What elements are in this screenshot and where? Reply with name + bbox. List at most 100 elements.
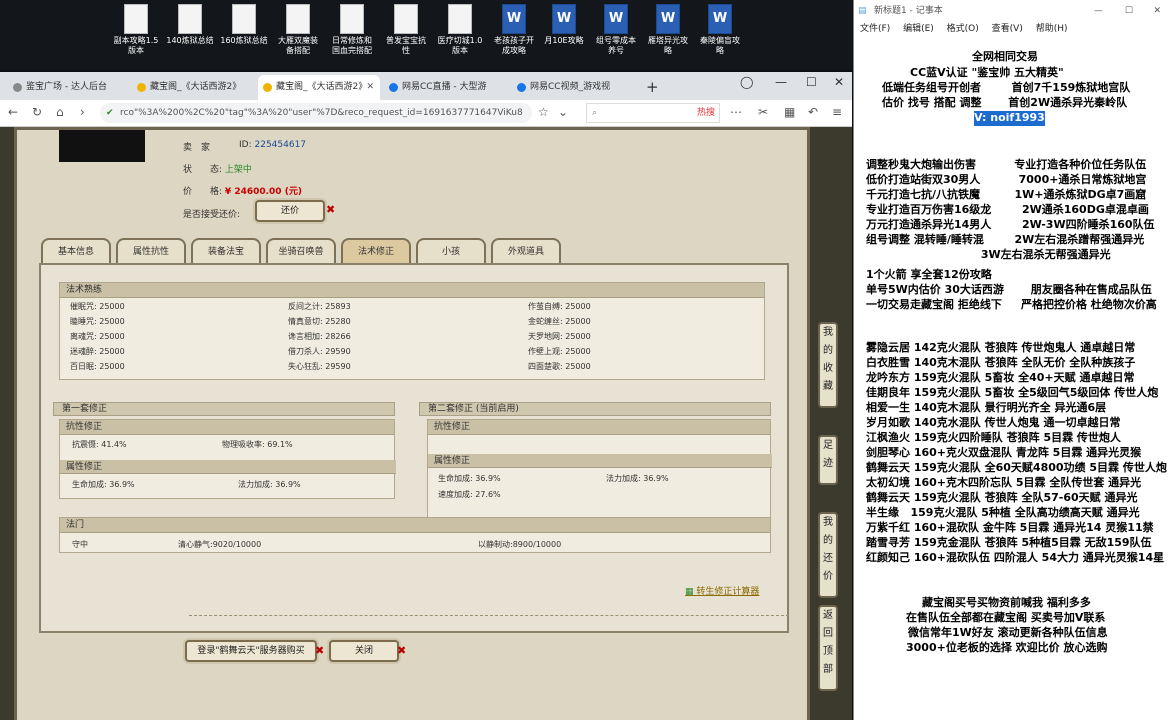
maximize-button[interactable]: ☐ bbox=[1125, 0, 1133, 22]
notepad-titlebar: ▤ 新标题1 - 记事本 — ☐ ✕ bbox=[854, 0, 1172, 22]
desktop-icons: 副本攻略1.5 版本 140炼狱总结 160炼狱总结 大雁双魔装 备搭配 日常修炼和 国… bbox=[0, 0, 852, 70]
notepad-text-line: 半生缘 159克火混队 5种植 全队高功绩高天赋 通异光 bbox=[866, 506, 1140, 519]
notepad-text-line: 江枫渔火 159克火四阶睡队 苍狼阵 5目霖 传世炮人 bbox=[866, 431, 1121, 444]
back-icon[interactable]: ← bbox=[8, 105, 18, 119]
spell-proficiency-value: 天罗地网: 25000 bbox=[528, 332, 591, 341]
correction-calculator-link[interactable]: ▦ 转生修正计算器 bbox=[685, 584, 759, 597]
browser-window: 鉴宝广场 - 达人后台 藏宝阁_《大话西游2》 藏宝阁_《大话西游2》 ✕ 网易C… bbox=[0, 72, 852, 720]
fameng-title: 法门 bbox=[60, 518, 770, 533]
tab-jianbao[interactable]: 鉴宝广场 - 达人后台 bbox=[8, 75, 130, 100]
star-icon[interactable]: ☆ bbox=[538, 105, 549, 119]
text-document-icon bbox=[232, 4, 256, 34]
spell-proficiency-value: 金蛇缠丝: 25000 bbox=[528, 317, 591, 326]
address-bar[interactable]: ✔ rco"%3A%200%2C%20"tag"%3A%20"user"%7D&… bbox=[100, 103, 532, 123]
undo-icon[interactable]: ↶ bbox=[808, 105, 818, 119]
tab-cc-live[interactable]: 网易CC直播 - 大型游 bbox=[384, 75, 506, 100]
menu-format[interactable]: 格式(O) bbox=[947, 24, 979, 34]
chevron-right-icon[interactable]: › bbox=[80, 105, 85, 119]
notepad-text-line: 单号5W内估价 30大话西游 朋友圈各种在售成品队伍 bbox=[866, 283, 1152, 296]
chevron-down-icon[interactable]: ⌄ bbox=[558, 105, 568, 119]
menu-dots-icon[interactable]: ⋯ bbox=[730, 105, 742, 119]
bargain-button[interactable]: 还价 bbox=[255, 200, 325, 222]
new-tab-button[interactable]: + bbox=[646, 78, 659, 96]
close-x-icon: ✖ bbox=[326, 203, 336, 216]
tab-cangbaoge-2[interactable]: 藏宝阁_《大话西游2》 ✕ bbox=[258, 75, 380, 100]
id-row: ID: 225454617 bbox=[239, 140, 307, 150]
tab-cc-video[interactable]: 网易CC视频_游戏视 bbox=[512, 75, 634, 100]
calculator-icon: ▦ bbox=[685, 587, 694, 597]
set2-section: 抗性修正 属性修正 生命加成: 36.9% 法力加成: 36.9% 速度加成: … bbox=[427, 419, 772, 529]
tab-cangbaoge-1[interactable]: 藏宝阁_《大话西游2》 bbox=[132, 75, 254, 100]
tab-mount-summon[interactable]: 坐骑召唤兽 bbox=[266, 238, 336, 264]
desktop-file-label: 秦陵偏盲攻 略 bbox=[700, 36, 740, 55]
maximize-button[interactable]: ☐ bbox=[806, 75, 817, 89]
desktop-file-icon[interactable]: W 秦陵偏盲攻 略 bbox=[688, 4, 752, 56]
close-button[interactable]: 关闭 bbox=[329, 640, 399, 662]
my-favorites-button[interactable]: 我的收藏 bbox=[818, 322, 838, 408]
footprint-button[interactable]: 足迹 bbox=[818, 435, 838, 485]
notepad-text-line: 1个火箭 享全套12份攻略 bbox=[866, 268, 992, 281]
home-icon[interactable]: ⌂ bbox=[56, 105, 64, 119]
tab-spell-correction[interactable]: 法术修正 bbox=[341, 238, 411, 264]
set2-attr-2: 法力加成: 36.9% bbox=[606, 474, 669, 483]
notepad-text-line: 3000+位老板的选择 欢迎比价 放心选购 bbox=[906, 641, 1108, 654]
toolbar: ← ↻ ⌂ › ✔ rco"%3A%200%2C%20"tag"%3A%20"u… bbox=[0, 100, 852, 127]
menu-view[interactable]: 查看(V) bbox=[992, 24, 1023, 34]
spell-proficiency-value: 作壁上观: 25000 bbox=[528, 347, 591, 356]
tab-child[interactable]: 小孩 bbox=[416, 238, 486, 264]
spell-proficiency-section: 法术熟练 催眠咒: 25000 反间之计: 25893 作茧自缚: 25000 瞌睡咒… bbox=[59, 282, 765, 380]
cc-icon bbox=[389, 83, 398, 92]
tab-basic-info[interactable]: 基本信息 bbox=[41, 238, 111, 264]
notepad-text-line: 相爱一生 140克木混队 景行明光齐全 异光通6层 bbox=[866, 401, 1107, 414]
menu-edit[interactable]: 编辑(E) bbox=[903, 24, 934, 34]
user-icon[interactable]: ◯ bbox=[740, 75, 753, 89]
globe-icon bbox=[13, 83, 22, 92]
notepad-text-line: 万元打造通杀异光14男人 2W-3W四阶睡杀160队伍 bbox=[866, 218, 1155, 231]
login-server-buy-button[interactable]: 登录"鹤舞云天"服务器购买 bbox=[185, 640, 317, 662]
tab-equipment[interactable]: 装备法宝 bbox=[191, 238, 261, 264]
word-document-icon: W bbox=[604, 4, 628, 34]
text-document-icon bbox=[394, 4, 418, 34]
set2-attr-title: 属性修正 bbox=[428, 454, 772, 468]
set1-section: 抗性修正 抗震慑: 41.4% 物理吸收率: 69.1% 属性修正 生命加成: … bbox=[59, 419, 396, 499]
scissors-icon[interactable]: ✂ bbox=[758, 105, 768, 119]
cc-icon bbox=[517, 83, 526, 92]
my-bargain-button[interactable]: 我的还价 bbox=[818, 512, 838, 598]
spell-proficiency-value: 瞌睡咒: 25000 bbox=[70, 317, 125, 326]
set1-attr-1: 生命加成: 36.9% bbox=[72, 480, 135, 489]
notepad-text-line: 鹤舞云天 159克火混队 苍狼阵 全队57-60天赋 通异光 bbox=[866, 491, 1138, 504]
minimize-button[interactable]: — bbox=[1094, 0, 1103, 22]
back-to-top-button[interactable]: 返回顶部 bbox=[818, 605, 838, 691]
close-window-button[interactable]: ✕ bbox=[1153, 0, 1161, 22]
tab-attribute-resist[interactable]: 属性抗性 bbox=[116, 238, 186, 264]
notepad-text-line: 专业打造百万伤害16级龙 2W通杀160DG卓混卓画 bbox=[866, 203, 1149, 216]
reload-icon[interactable]: ↻ bbox=[32, 105, 42, 119]
page-content: 卖 家 ID: 225454617 状 态: 上架中 价 格: ¥ 24600.… bbox=[0, 127, 852, 720]
item-panel: 卖 家 ID: 225454617 状 态: 上架中 价 格: ¥ 24600.… bbox=[14, 127, 810, 720]
close-tab-icon[interactable]: ✕ bbox=[366, 75, 374, 100]
spell-proficiency-value: 反间之计: 25893 bbox=[288, 302, 351, 311]
tab-appearance[interactable]: 外观道具 bbox=[491, 238, 561, 264]
set1-resist-title: 抗性修正 bbox=[60, 420, 394, 435]
close-window-button[interactable]: ✕ bbox=[834, 75, 844, 89]
notepad-text-line: 藏宝阁买号买物资前喊我 福利多多 bbox=[922, 596, 1091, 609]
spell-proficiency-value: 作茧自缚: 25000 bbox=[528, 302, 591, 311]
notepad-text-line: 红颜知己 160+混砍队伍 四阶混人 54大力 通异光灵猴14星 bbox=[866, 551, 1165, 564]
menu-file[interactable]: 文件(F) bbox=[860, 24, 890, 34]
tab-bar: 鉴宝广场 - 达人后台 藏宝阁_《大话西游2》 藏宝阁_《大话西游2》 ✕ 网易C… bbox=[0, 72, 852, 100]
minimize-button[interactable]: — bbox=[775, 75, 787, 89]
price-row: 价 格: ¥ 24600.00 (元) bbox=[183, 187, 302, 197]
cangbaoge-icon bbox=[263, 83, 272, 92]
notepad-text-line: 微信常年1W好友 滚动更新各种队伍信息 bbox=[908, 626, 1108, 639]
fameng-item-2: 清心静气:9020/10000 bbox=[178, 540, 262, 549]
notepad-text-line: 组号调整 混转睡/睡转混 2W左右混杀蹭帮强通异光 bbox=[866, 233, 1145, 246]
fameng-section: 法门 守中 清心静气:9020/10000 以静制动:8900/10000 bbox=[59, 517, 771, 553]
notepad-text-line: 龙吟东方 159克火混队 5畜妆 全40+天赋 通卓越日常 bbox=[866, 371, 1135, 384]
grid-icon[interactable]: ▦ bbox=[784, 105, 795, 119]
cangbaoge-icon bbox=[137, 83, 146, 92]
menu-icon[interactable]: ≡ bbox=[832, 105, 842, 119]
search-input[interactable]: ⌕ 热搜 bbox=[586, 103, 720, 123]
text-document-icon bbox=[448, 4, 472, 34]
menu-help[interactable]: 帮助(H) bbox=[1036, 24, 1068, 34]
seller-row: 卖 家 bbox=[183, 143, 211, 153]
